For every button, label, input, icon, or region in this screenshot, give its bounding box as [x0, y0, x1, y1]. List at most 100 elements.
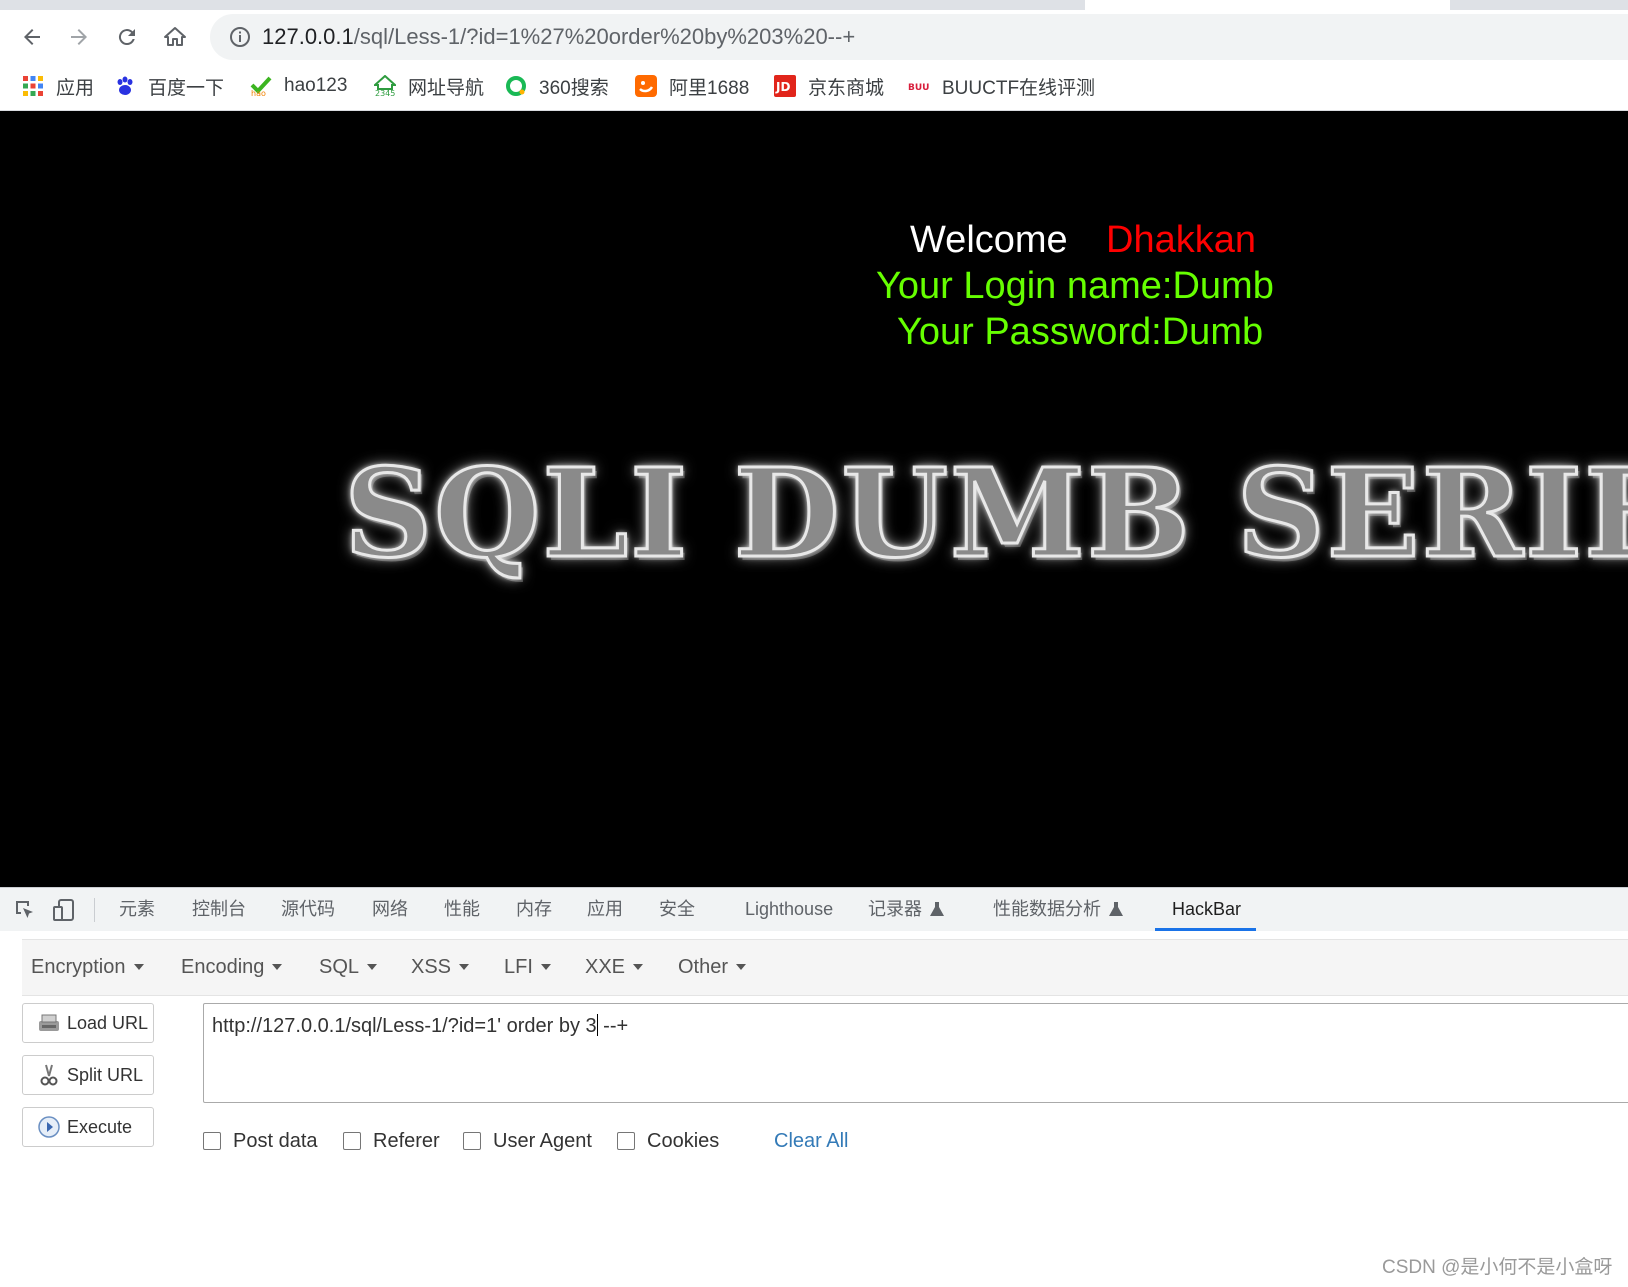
tab-recorder-label: 记录器 — [868, 899, 922, 919]
reload-button[interactable] — [110, 20, 144, 54]
tab-recorder[interactable]: 记录器 — [868, 888, 944, 931]
play-icon — [38, 1116, 60, 1138]
checkbox-cookies[interactable]: Cookies — [617, 1125, 719, 1157]
hackbar-panel: Encryption Encoding SQL XSS LFI XXE Othe… — [0, 931, 1628, 1287]
menu-xxe[interactable]: XXE — [585, 940, 644, 995]
bookmark-apps[interactable]: 应用 — [22, 62, 94, 110]
scissors-icon — [40, 1064, 58, 1086]
bookmark-label: 百度一下 — [148, 77, 225, 99]
menu-sql[interactable]: SQL — [319, 940, 378, 995]
tab-elements[interactable]: 元素 — [119, 888, 155, 931]
checkbox-label: Referer — [373, 1129, 440, 1152]
bookmark-2345[interactable]: 2345 网址导航 — [374, 62, 484, 110]
baidu-paw-icon — [117, 76, 133, 95]
address-bar[interactable]: 127.0.0.1/sql/Less-1/?id=1%27%20order%20… — [210, 14, 1628, 60]
apps-grid-icon — [23, 76, 43, 96]
bookmark-jd[interactable]: JD 京东商城 — [774, 62, 884, 110]
checkbox-label: Post data — [233, 1129, 318, 1152]
menu-xss[interactable]: XSS — [411, 940, 470, 995]
menu-other[interactable]: Other — [678, 940, 747, 995]
tab-strip — [0, 0, 1628, 10]
url-text-before-cursor: http://127.0.0.1/sql/Less-1/?id=1' order… — [212, 1015, 597, 1037]
info-icon[interactable] — [228, 25, 252, 49]
tab-performance-insights[interactable]: 性能数据分析 — [993, 888, 1123, 931]
browser-toolbar: 127.0.0.1/sql/Less-1/?id=1%27%20order%20… — [0, 10, 1628, 62]
url-text-after-cursor: --+ — [597, 1015, 629, 1037]
bookmark-hao123[interactable]: hao hao123 — [250, 62, 347, 110]
svg-text:2345: 2345 — [375, 89, 395, 97]
bookmark-label: 京东商城 — [808, 77, 885, 99]
tab-sources[interactable]: 源代码 — [281, 888, 335, 931]
tab-application[interactable]: 应用 — [587, 888, 623, 931]
url-path: /sql/Less-1/?id=1%27%20order%20by%203%20… — [353, 24, 856, 49]
hackbar-menu: Encryption Encoding SQL XSS LFI XXE Othe… — [22, 939, 1628, 996]
menu-label: Other — [678, 956, 729, 978]
home-icon — [164, 27, 186, 46]
execute-button[interactable]: Execute — [22, 1107, 154, 1147]
url-textarea[interactable]: http://127.0.0.1/sql/Less-1/?id=1' order… — [203, 1003, 1628, 1103]
checkbox-box[interactable] — [463, 1132, 481, 1150]
svg-text:hao: hao — [251, 89, 266, 97]
alibaba-1688-icon — [635, 75, 657, 97]
caret-down-icon — [133, 964, 144, 970]
caret-down-icon — [736, 964, 747, 970]
url-textarea-value: http://127.0.0.1/sql/Less-1/?id=1' order… — [212, 1014, 628, 1038]
clear-all-link[interactable]: Clear All — [774, 1125, 848, 1157]
welcome-text: Welcome — [910, 219, 1068, 261]
checkbox-label: User Agent — [493, 1129, 592, 1152]
menu-lfi[interactable]: LFI — [504, 940, 551, 995]
checkbox-user-agent[interactable]: User Agent — [463, 1125, 592, 1157]
home-button[interactable] — [158, 20, 192, 54]
bookmark-buuctf[interactable]: BUU BUUCTF在线评测 — [908, 62, 1095, 110]
checkbox-box[interactable] — [203, 1132, 221, 1150]
back-button[interactable] — [15, 20, 49, 54]
active-tab[interactable] — [1085, 0, 1450, 10]
menu-label: Encryption — [31, 956, 126, 978]
tab-performance-insights-label: 性能数据分析 — [993, 899, 1101, 919]
hao123-icon: hao — [250, 76, 272, 97]
split-url-label: Split URL — [67, 1064, 144, 1085]
bookmark-label: 应用 — [56, 77, 95, 99]
caret-down-icon — [459, 964, 470, 970]
url-host: 127.0.0.1 — [262, 24, 354, 49]
tab-hackbar[interactable]: HackBar — [1172, 888, 1241, 931]
bookmark-360[interactable]: 360搜索 — [505, 62, 609, 110]
inspect-element-icon[interactable] — [14, 899, 36, 921]
experimental-flask-icon — [1109, 902, 1123, 916]
back-arrow-icon — [24, 29, 40, 45]
experimental-flask-icon — [930, 902, 944, 916]
tab-network[interactable]: 网络 — [372, 888, 408, 931]
jd-icon: JD — [774, 75, 796, 97]
devtools-tabbar: 元素 控制台 源代码 网络 性能 内存 应用 安全 Lighthouse 记录器… — [0, 887, 1628, 932]
split-url-button[interactable]: Split URL — [22, 1055, 154, 1095]
tab-lighthouse[interactable]: Lighthouse — [745, 888, 833, 931]
tab-security[interactable]: 安全 — [659, 888, 695, 931]
2345-nav-icon: 2345 — [374, 75, 396, 97]
checkbox-box[interactable] — [343, 1132, 361, 1150]
checkbox-referer[interactable]: Referer — [343, 1125, 440, 1157]
bookmark-baidu[interactable]: 百度一下 — [114, 62, 224, 110]
menu-encoding[interactable]: Encoding — [181, 940, 283, 995]
load-url-label: Load URL — [67, 1012, 149, 1033]
menu-label: XXE — [585, 956, 626, 978]
toolbar-divider — [94, 898, 95, 922]
menu-label: XSS — [411, 956, 452, 978]
caret-down-icon — [633, 964, 644, 970]
url-text[interactable]: 127.0.0.1/sql/Less-1/?id=1%27%20order%20… — [262, 14, 855, 60]
load-url-button[interactable]: Load URL — [22, 1003, 154, 1043]
tab-performance[interactable]: 性能 — [444, 888, 480, 931]
page-viewport: Welcome Dhakkan Your Login name:Dumb You… — [0, 111, 1628, 887]
tab-memory[interactable]: 内存 — [516, 888, 552, 931]
forward-button[interactable] — [62, 20, 96, 54]
svg-text:BUU: BUU — [908, 83, 929, 93]
menu-encryption[interactable]: Encryption — [31, 940, 144, 995]
checkbox-post-data[interactable]: Post data — [203, 1125, 318, 1157]
execute-label: Execute — [67, 1116, 133, 1137]
caret-down-icon — [367, 964, 378, 970]
tab-console[interactable]: 控制台 — [192, 888, 246, 931]
bookmark-1688[interactable]: 阿里1688 — [635, 62, 749, 110]
checkbox-box[interactable] — [617, 1132, 635, 1150]
device-toolbar-icon[interactable] — [52, 898, 76, 922]
watermark: CSDN @是小何不是小盒呀 — [1382, 1257, 1613, 1278]
sqli-dumb-series-banner: SQLI DUMB SERIES — [342, 440, 1628, 587]
